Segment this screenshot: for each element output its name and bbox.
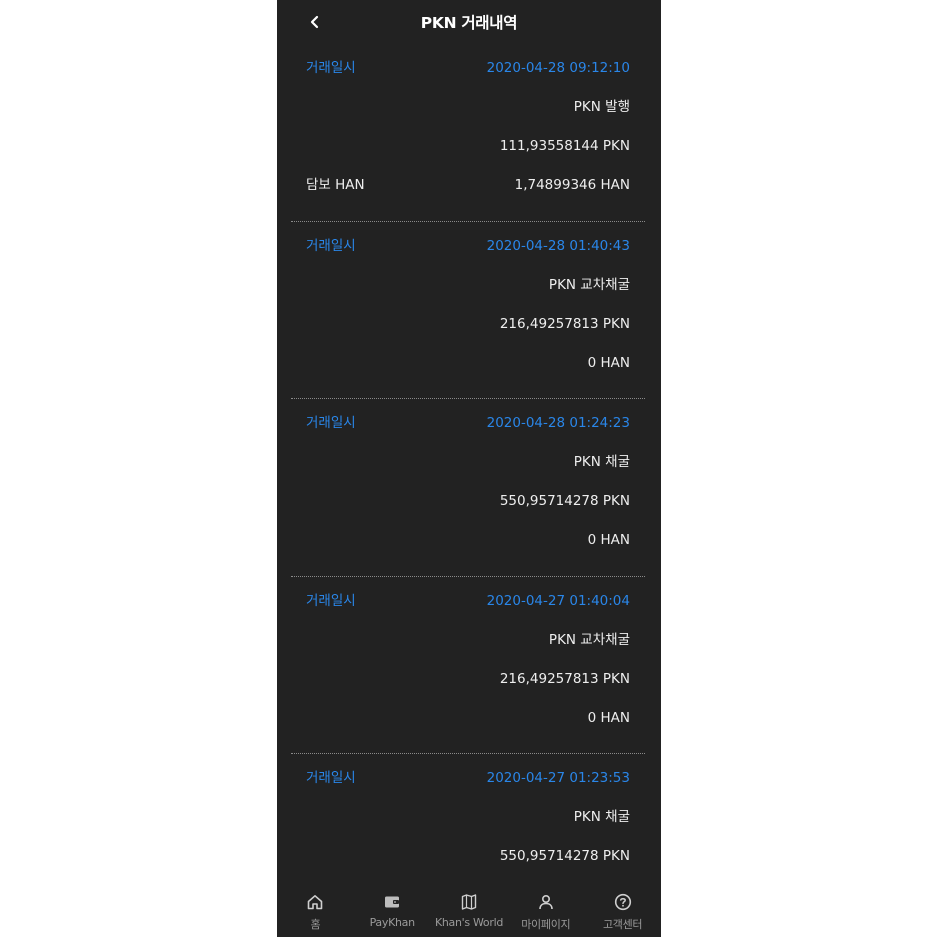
- transaction-record: 거래일시 2020-04-28 09:12:10 PKN 발행 111,9355…: [291, 44, 645, 222]
- date-value: 2020-04-27 01:40:04: [486, 592, 630, 609]
- pkn-row: 550,95714278 PKN: [306, 846, 630, 866]
- help-icon: [614, 893, 632, 911]
- date-row: 거래일시 2020-04-28 01:24:23: [306, 413, 630, 433]
- han-row: 0 HAN: [306, 353, 630, 373]
- han-label: 담보 HAN: [306, 177, 365, 193]
- han-row: 담보 HAN 1,74899346 HAN: [306, 175, 630, 195]
- bottom-tab-bar: 홈 PayKhan Khan's World 마이페이지 고객센터: [277, 883, 661, 937]
- pkn-amount: 111,93558144 PKN: [499, 138, 630, 154]
- han-amount: 0 HAN: [587, 354, 630, 371]
- home-icon: [306, 893, 324, 911]
- tab-home[interactable]: 홈: [277, 883, 354, 937]
- transaction-type: PKN 발행: [573, 99, 630, 115]
- transaction-type: PKN 채굴: [573, 454, 630, 470]
- transaction-record: 거래일시 2020-04-28 01:24:23 PKN 채굴 550,9571…: [291, 399, 645, 577]
- tab-mypage[interactable]: 마이페이지: [507, 883, 584, 937]
- wallet-icon: [383, 893, 401, 911]
- date-label: 거래일시: [306, 770, 356, 786]
- date-value: 2020-04-28 01:40:43: [486, 237, 630, 254]
- han-row: 0 HAN: [306, 530, 630, 550]
- date-row: 거래일시 2020-04-27 01:23:53: [306, 768, 630, 788]
- date-label: 거래일시: [306, 415, 356, 431]
- han-amount: 0 HAN: [587, 709, 630, 726]
- han-row: 0 HAN: [306, 708, 630, 728]
- transaction-record: 거래일시 2020-04-27 01:40:04 PKN 교차채굴 216,49…: [291, 577, 645, 754]
- type-row: PKN 채굴: [306, 807, 630, 827]
- transaction-record: 거래일시 2020-04-28 01:40:43 PKN 교차채굴 216,49…: [291, 222, 645, 399]
- map-icon: [460, 893, 478, 911]
- date-label: 거래일시: [306, 60, 356, 76]
- tab-label: Khan's World: [434, 916, 504, 929]
- tab-label: PayKhan: [369, 916, 415, 929]
- pkn-amount: 216,49257813 PKN: [499, 315, 630, 332]
- tab-paykhan[interactable]: PayKhan: [354, 883, 431, 937]
- date-row: 거래일시 2020-04-28 01:40:43: [306, 236, 630, 256]
- page-title: PKN 거래내역: [420, 14, 518, 32]
- tab-label: 마이페이지: [521, 918, 571, 931]
- date-row: 거래일시 2020-04-27 01:40:04: [306, 591, 630, 611]
- date-label: 거래일시: [306, 237, 356, 254]
- app-screen: PKN 거래내역 거래일시 2020-04-28 09:12:10 PKN 발행…: [277, 0, 661, 937]
- pkn-row: 550,95714278 PKN: [306, 491, 630, 511]
- person-icon: [537, 893, 555, 911]
- pkn-row: 111,93558144 PKN: [306, 136, 630, 156]
- tab-label: 홈: [310, 918, 321, 931]
- pkn-row: 216,49257813 PKN: [306, 314, 630, 334]
- transaction-list[interactable]: 거래일시 2020-04-28 09:12:10 PKN 발행 111,9355…: [291, 44, 645, 932]
- pkn-amount: 550,95714278 PKN: [499, 493, 630, 509]
- header-bar: PKN 거래내역: [277, 0, 661, 44]
- date-label: 거래일시: [306, 592, 356, 609]
- tab-khans-world[interactable]: Khan's World: [431, 883, 508, 937]
- type-row: PKN 교차채굴: [306, 630, 630, 650]
- pkn-amount: 550,95714278 PKN: [499, 848, 630, 864]
- date-value: 2020-04-27 01:23:53: [486, 770, 630, 786]
- tab-customer-center[interactable]: 고객센터: [584, 883, 661, 937]
- han-amount: 0 HAN: [587, 532, 630, 548]
- transaction-type: PKN 교차채굴: [548, 276, 630, 293]
- pkn-amount: 216,49257813 PKN: [499, 670, 630, 687]
- type-row: PKN 교차채굴: [306, 275, 630, 295]
- tab-label: 고객센터: [602, 918, 643, 931]
- transaction-type: PKN 교차채굴: [548, 631, 630, 648]
- pkn-row: 216,49257813 PKN: [306, 669, 630, 689]
- date-value: 2020-04-28 09:12:10: [486, 60, 630, 76]
- type-row: PKN 채굴: [306, 452, 630, 472]
- transaction-type: PKN 채굴: [573, 809, 630, 825]
- date-row: 거래일시 2020-04-28 09:12:10: [306, 58, 630, 78]
- type-row: PKN 발행: [306, 97, 630, 117]
- han-amount: 1,74899346 HAN: [514, 177, 630, 193]
- date-value: 2020-04-28 01:24:23: [486, 415, 630, 431]
